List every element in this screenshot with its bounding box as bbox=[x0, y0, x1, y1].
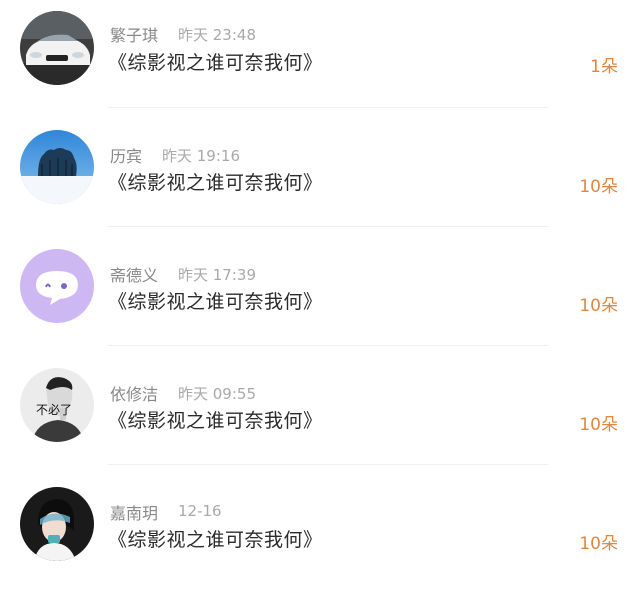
book-title[interactable]: 《综影视之谁可奈我何》 bbox=[108, 406, 323, 433]
user-name[interactable]: 斋德义 bbox=[110, 262, 158, 286]
list-item[interactable]: 嘉南玥 12-16 《综影视之谁可奈我何》 10朵 bbox=[0, 476, 640, 594]
flower-count: 10朵 bbox=[579, 296, 618, 316]
list-item[interactable]: 历宾 昨天 19:16 《综影视之谁可奈我何》 10朵 bbox=[0, 119, 640, 237]
avatar-caption: 不必了 bbox=[36, 403, 72, 417]
user-name[interactable]: 繁子琪 bbox=[110, 22, 158, 46]
snow-trees-avatar-icon[interactable] bbox=[20, 130, 94, 204]
portrait-avatar-icon[interactable] bbox=[20, 487, 94, 561]
chat-bubble-avatar-icon[interactable] bbox=[20, 249, 94, 323]
list-item[interactable]: 繁子琪 昨天 23:48 《综影视之谁可奈我何》 1朵 bbox=[0, 0, 640, 118]
car-avatar-icon[interactable] bbox=[20, 11, 94, 85]
divider bbox=[108, 345, 548, 346]
list-item[interactable]: 斋德义 昨天 17:39 《综影视之谁可奈我何》 10朵 bbox=[0, 238, 640, 356]
book-title[interactable]: 《综影视之谁可奈我何》 bbox=[108, 168, 323, 195]
flower-count: 1朵 bbox=[590, 57, 618, 77]
flower-count: 10朵 bbox=[579, 177, 618, 197]
flower-count: 10朵 bbox=[579, 415, 618, 435]
timestamp: 昨天 23:48 bbox=[178, 26, 256, 44]
list-item[interactable]: 不必了 依修洁 昨天 09:55 《综影视之谁可奈我何》 10朵 bbox=[0, 357, 640, 475]
divider bbox=[108, 464, 548, 465]
book-title[interactable]: 《综影视之谁可奈我何》 bbox=[108, 48, 323, 75]
person-avatar-icon[interactable]: 不必了 bbox=[20, 368, 94, 442]
divider bbox=[108, 226, 548, 227]
book-title[interactable]: 《综影视之谁可奈我何》 bbox=[108, 525, 323, 552]
user-name[interactable]: 嘉南玥 bbox=[110, 500, 158, 524]
user-name[interactable]: 依修洁 bbox=[110, 381, 158, 405]
divider bbox=[108, 107, 548, 108]
timestamp: 昨天 09:55 bbox=[178, 385, 256, 403]
timestamp: 昨天 17:39 bbox=[178, 266, 256, 284]
gift-record-list: 繁子琪 昨天 23:48 《综影视之谁可奈我何》 1朵 历宾 昨天 19:16 bbox=[0, 0, 640, 588]
timestamp: 昨天 19:16 bbox=[162, 147, 240, 165]
timestamp: 12-16 bbox=[178, 502, 222, 520]
flower-count: 10朵 bbox=[579, 534, 618, 554]
user-name[interactable]: 历宾 bbox=[110, 143, 142, 167]
book-title[interactable]: 《综影视之谁可奈我何》 bbox=[108, 287, 323, 314]
